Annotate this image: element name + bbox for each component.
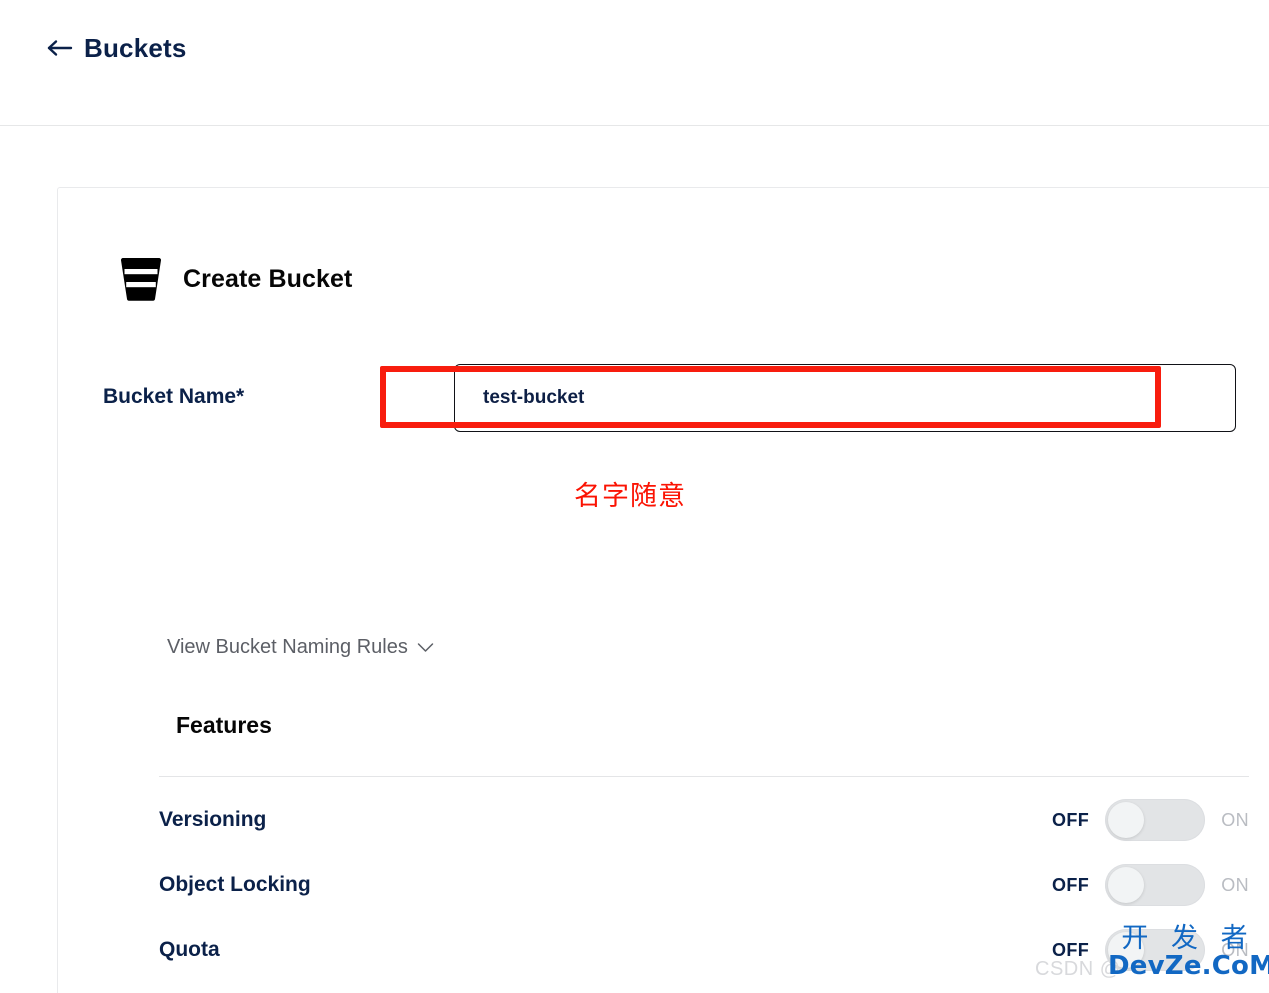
feature-row-object-locking: Object Locking OFF ON xyxy=(159,862,1249,908)
features-divider xyxy=(159,776,1249,777)
feature-label-versioning: Versioning xyxy=(159,808,267,831)
top-bar: Buckets xyxy=(0,0,1269,126)
versioning-switch[interactable] xyxy=(1105,799,1206,841)
object-locking-off-label: OFF xyxy=(1051,874,1090,895)
view-bucket-naming-rules-toggle[interactable]: View Bucket Naming Rules xyxy=(167,636,434,659)
arrow-left-icon[interactable] xyxy=(46,34,74,62)
chinese-annotation-note: 名字随意 xyxy=(574,481,686,512)
page-title: Buckets xyxy=(84,33,187,63)
feature-label-object-locking: Object Locking xyxy=(159,873,311,896)
feature-label-quota: Quota xyxy=(159,938,220,961)
card-header: Create Bucket xyxy=(121,256,352,302)
versioning-toggle-group: OFF ON xyxy=(1052,799,1249,841)
devze-watermark: 开 发 者 DevZe.CoM xyxy=(1108,923,1269,982)
create-bucket-card: Create Bucket Bucket Name* View Bucket N… xyxy=(57,187,1269,993)
versioning-switch-knob xyxy=(1108,802,1145,838)
card-title: Create Bucket xyxy=(183,264,353,293)
devze-watermark-en: DevZe.CoM xyxy=(1108,951,1269,982)
bucket-icon xyxy=(121,256,161,302)
versioning-off-label: OFF xyxy=(1051,809,1090,830)
bucket-name-input[interactable] xyxy=(454,364,1236,432)
view-bucket-naming-rules-label: View Bucket Naming Rules xyxy=(167,636,408,658)
object-locking-switch-knob xyxy=(1108,867,1145,903)
bucket-name-label: Bucket Name* xyxy=(103,385,245,408)
devze-watermark-cn: 开 发 者 xyxy=(1121,923,1255,954)
feature-row-versioning: Versioning OFF ON xyxy=(159,797,1249,843)
create-bucket-page: Buckets Create Bucket Bucket Name* View … xyxy=(0,0,1269,993)
chevron-down-icon xyxy=(417,642,434,653)
object-locking-toggle-group: OFF ON xyxy=(1052,864,1249,906)
versioning-on-label: ON xyxy=(1221,809,1249,830)
breadcrumb: Buckets xyxy=(46,34,187,62)
object-locking-switch[interactable] xyxy=(1105,864,1206,906)
features-heading: Features xyxy=(176,712,272,738)
bucket-name-row: Bucket Name* xyxy=(103,364,1237,432)
object-locking-on-label: ON xyxy=(1221,874,1249,895)
